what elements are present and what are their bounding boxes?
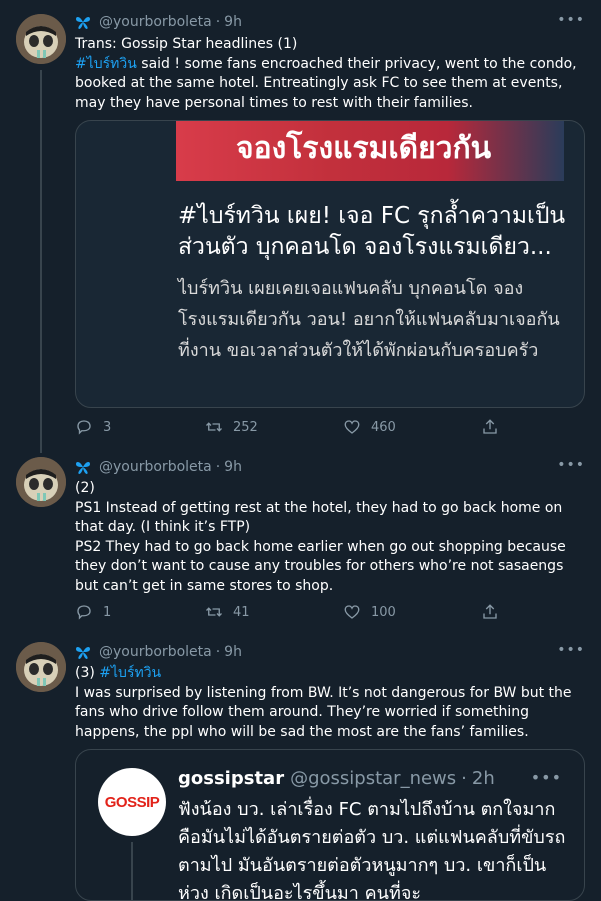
reply-button[interactable]: 3 — [75, 418, 111, 436]
separator-dot: · — [215, 14, 221, 30]
avatar[interactable] — [16, 642, 66, 692]
butterfly-icon — [75, 14, 91, 30]
like-button[interactable]: 460 — [343, 418, 396, 436]
like-icon — [344, 605, 360, 619]
quoted-avatar[interactable]: GOSSIP — [98, 768, 166, 836]
tweet-text: (2) PS1 Instead of getting rest at the h… — [75, 480, 566, 594]
avatar[interactable] — [16, 14, 66, 64]
quoted-text: ฟังน้อง บว. เล่าเรื่อง FC ตามไปถึงบ้าน ต… — [178, 799, 566, 901]
reply-icon — [77, 420, 91, 435]
tweet-time[interactable]: 9h — [224, 459, 242, 475]
tweet-time[interactable]: 9h — [224, 14, 242, 30]
tweet-handle[interactable]: @yourborboleta — [99, 459, 212, 475]
tweet-header: @yourborboleta · 9h — [75, 457, 242, 477]
tweet-1[interactable]: @yourborboleta · 9h ••• Trans: Gossip St… — [0, 0, 601, 450]
separator-dot: · — [215, 644, 221, 660]
reply-count: 3 — [103, 419, 112, 435]
retweet-button[interactable]: 252 — [205, 418, 258, 436]
tweet-actions: 3 252 460 — [75, 418, 585, 438]
more-icon[interactable]: ••• — [557, 642, 585, 658]
link-card[interactable]: จองโรงแรมเดียวกัน #ไบร์ทวิน เผย! เจอ FC … — [75, 120, 585, 408]
card-image-text: จองโรงแรมเดียวกัน — [236, 131, 492, 166]
quoted-tweet[interactable]: GOSSIP gossipstar @gossipstar_news · 2h … — [75, 749, 585, 901]
tweet-header: @yourborboleta · 9h — [75, 642, 242, 662]
reply-icon — [77, 605, 91, 620]
reply-count: 1 — [103, 604, 112, 620]
tweet-actions: 1 41 100 — [75, 603, 585, 623]
more-icon[interactable]: ••• — [557, 12, 585, 28]
card-title: #ไบร์ทวิน เผย! เจอ FC รุกล้ำความเป็นส่วน… — [178, 203, 566, 260]
like-count: 100 — [371, 604, 396, 620]
card-image: จองโรงแรมเดียวกัน — [176, 121, 564, 181]
hashtag-link[interactable]: #ไบร์ทวิน — [99, 665, 161, 681]
more-icon[interactable]: ••• — [531, 768, 562, 787]
card-description: ไบร์ทวิน เผยเคยเจอแฟนคลับ บุกคอนโด จองโร… — [178, 278, 560, 361]
quoted-time[interactable]: 2h — [472, 768, 495, 789]
retweet-count: 252 — [233, 419, 258, 435]
tweet-text: Trans: Gossip Star headlines (1) #ไบร์ทว… — [75, 36, 582, 111]
retweet-count: 41 — [233, 604, 250, 620]
quoted-thread-line — [131, 842, 133, 900]
tweet-3[interactable]: @yourborboleta · 9h ••• (3) #ไบร์ทวิน I … — [0, 640, 601, 901]
tweet-handle[interactable]: @yourborboleta — [99, 644, 212, 660]
tweet-handle[interactable]: @yourborboleta — [99, 14, 212, 30]
tweet-2[interactable]: @yourborboleta · 9h ••• (2) PS1 Instead … — [0, 455, 601, 635]
separator-dot: · — [215, 459, 221, 475]
retweet-icon — [206, 422, 222, 432]
butterfly-icon — [75, 459, 91, 475]
separator-dot: · — [461, 767, 467, 789]
share-icon — [483, 419, 497, 434]
quoted-name[interactable]: gossipstar — [178, 768, 284, 789]
retweet-button[interactable]: 41 — [205, 603, 250, 621]
tweet-header: @yourborboleta · 9h — [75, 12, 242, 32]
tweet-time[interactable]: 9h — [224, 644, 242, 660]
butterfly-icon — [75, 644, 91, 660]
retweet-icon — [206, 607, 222, 617]
hashtag-link[interactable]: #ไบร์ทวิน — [75, 56, 137, 72]
share-button[interactable] — [481, 418, 509, 436]
more-icon[interactable]: ••• — [557, 457, 585, 473]
share-button[interactable] — [481, 603, 509, 621]
like-button[interactable]: 100 — [343, 603, 396, 621]
quoted-handle[interactable]: @gossipstar_news — [290, 768, 456, 789]
reply-button[interactable]: 1 — [75, 603, 111, 621]
share-icon — [483, 604, 497, 619]
like-count: 460 — [371, 419, 396, 435]
quoted-header: gossipstar @gossipstar_news · 2h — [178, 766, 495, 790]
avatar[interactable] — [16, 457, 66, 507]
gossip-logo: GOSSIP — [104, 793, 160, 811]
like-icon — [344, 420, 360, 434]
tweet-text: (3) #ไบร์ทวิน I was surprised by listeni… — [75, 665, 572, 740]
